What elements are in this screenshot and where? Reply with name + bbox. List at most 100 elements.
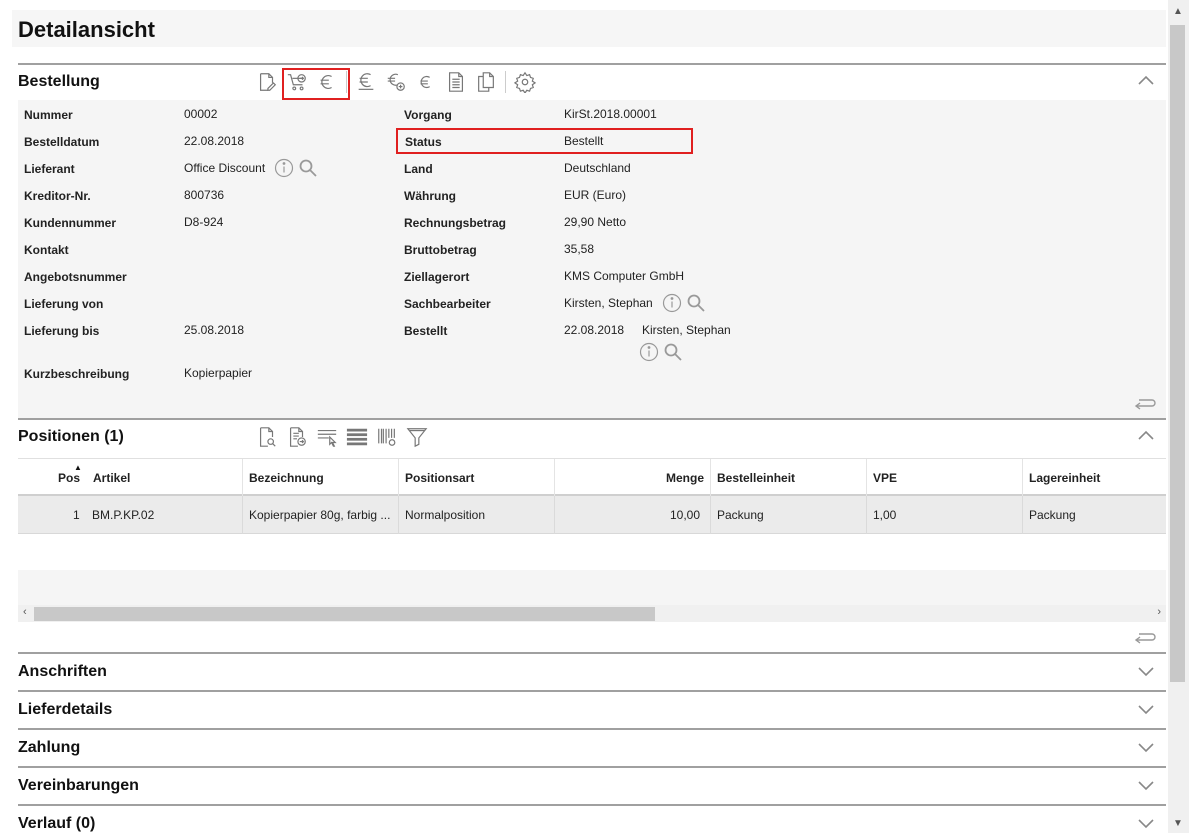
field-label-angebotsnummer: Angebotsnummer: [24, 270, 127, 284]
toolbar-separator: [505, 71, 506, 93]
section-title-anschriften: Anschriften: [18, 663, 107, 680]
return-icon[interactable]: [1131, 626, 1157, 644]
settings-icon[interactable]: [510, 69, 540, 95]
col-header-menge[interactable]: Menge: [666, 471, 704, 485]
field-value-nummer: 00002: [184, 107, 218, 121]
cell-positionsart: Normalposition: [405, 508, 486, 522]
expand-chevron-down-icon[interactable]: [1138, 816, 1154, 830]
field-value-sachbearbeiter: Kirsten, Stephan: [564, 296, 653, 310]
field-value-waehrung: EUR (Euro): [564, 188, 627, 202]
document-search-icon[interactable]: [252, 424, 282, 450]
copy-icon[interactable]: [471, 69, 501, 95]
cell-pos: 1: [73, 508, 80, 522]
col-divider[interactable]: [398, 459, 399, 497]
horizontal-scrollbar[interactable]: ‹ ›: [18, 605, 1166, 622]
section-zahlung-header[interactable]: Zahlung: [18, 728, 1166, 766]
col-divider: [398, 496, 399, 534]
field-label-kontakt: Kontakt: [24, 243, 69, 257]
field-value-bestellt-von: Kirsten, Stephan: [642, 323, 731, 337]
scroll-left-icon[interactable]: ‹: [23, 606, 27, 618]
column-select-icon[interactable]: [312, 424, 342, 450]
expand-chevron-down-icon[interactable]: [1138, 702, 1154, 716]
col-divider[interactable]: [242, 459, 243, 497]
document-forward-icon[interactable]: [282, 424, 312, 450]
field-label-nummer: Nummer: [24, 108, 73, 122]
field-label-bruttobetrag: Bruttobetrag: [404, 243, 477, 257]
col-divider[interactable]: [710, 459, 711, 497]
section-title-bestellung: Bestellung: [18, 73, 100, 90]
collapse-chevron-up-icon[interactable]: [1138, 74, 1154, 88]
section-bestellung-header[interactable]: Bestellung: [18, 63, 1166, 97]
cell-menge: 10,00: [670, 508, 701, 522]
cell-bestelleinheit: Packung: [717, 508, 764, 522]
cell-vpe: 1,00: [873, 508, 897, 522]
col-divider[interactable]: [1022, 459, 1023, 497]
field-label-land: Land: [404, 162, 433, 176]
col-header-pos[interactable]: Pos: [58, 471, 80, 485]
col-divider[interactable]: [554, 459, 555, 497]
euro-add-icon[interactable]: [381, 69, 411, 95]
search-icon[interactable]: [686, 293, 706, 313]
barcode-settings-icon[interactable]: [372, 424, 402, 450]
cell-bezeichnung: Kopierpapier 80g, farbig ...: [249, 508, 391, 522]
section-vereinbarungen-header[interactable]: Vereinbarungen: [18, 766, 1166, 804]
field-label-waehrung: Währung: [404, 189, 456, 203]
section-title-zahlung: Zahlung: [18, 739, 81, 756]
euro-small-icon[interactable]: [411, 69, 441, 95]
page-header: Detailansicht: [12, 10, 1166, 47]
col-header-vpe[interactable]: VPE: [873, 471, 897, 485]
horizontal-scroll-thumb[interactable]: [34, 607, 655, 621]
expand-chevron-down-icon[interactable]: [1138, 664, 1154, 678]
search-icon[interactable]: [663, 342, 683, 362]
section-title-verlauf: Verlauf (0): [18, 815, 96, 832]
vertical-scrollbar[interactable]: ▲ ▼: [1168, 0, 1189, 833]
section-verlauf-header[interactable]: Verlauf (0): [18, 804, 1166, 833]
scroll-up-icon[interactable]: ▲: [1173, 6, 1183, 17]
filter-icon[interactable]: [402, 424, 432, 450]
positionen-toolbar: [252, 424, 432, 450]
field-value-rechnungsbetrag: 29,90 Netto: [564, 215, 627, 229]
cell-lagereinheit: Packung: [1029, 508, 1076, 522]
table-row[interactable]: 1 BM.P.KP.02 Kopierpapier 80g, farbig ..…: [18, 496, 1166, 534]
col-divider: [554, 496, 555, 534]
field-label-ziellagerort: Ziellagerort: [404, 270, 470, 284]
section-title-lieferdetails: Lieferdetails: [18, 701, 113, 718]
col-header-artikel[interactable]: Artikel: [93, 471, 130, 485]
expand-chevron-down-icon[interactable]: [1138, 740, 1154, 754]
section-positionen-header[interactable]: Positionen (1): [18, 418, 1166, 452]
highlight-frame-order-icons: [282, 68, 350, 100]
scroll-right-icon[interactable]: ›: [1157, 606, 1161, 618]
edit-icon[interactable]: [252, 69, 282, 95]
col-divider[interactable]: [866, 459, 867, 497]
expand-chevron-down-icon[interactable]: [1138, 778, 1154, 792]
field-label-kundennummer: Kundennummer: [24, 216, 117, 230]
info-icon[interactable]: [662, 293, 682, 313]
detail-view: Detailansicht Bestellung Nummer 00002 Be…: [0, 0, 1166, 833]
field-value-lieferant: Office Discount: [184, 161, 266, 175]
field-value-bestelldatum: 22.08.2018: [184, 134, 245, 148]
field-label-lieferung-von: Lieferung von: [24, 297, 104, 311]
field-label-lieferung-bis: Lieferung bis: [24, 324, 100, 338]
search-icon[interactable]: [298, 158, 318, 178]
return-icon[interactable]: [1131, 392, 1157, 410]
info-icon[interactable]: [274, 158, 294, 178]
field-value-kurzbeschreibung: Kopierpapier: [184, 366, 253, 380]
euro-underline-icon[interactable]: [351, 69, 381, 95]
section-lieferdetails-header[interactable]: Lieferdetails: [18, 690, 1166, 728]
document-icon[interactable]: [441, 69, 471, 95]
rows-icon[interactable]: [342, 424, 372, 450]
info-icon[interactable]: [639, 342, 659, 362]
collapse-chevron-up-icon[interactable]: [1138, 429, 1154, 443]
col-divider: [866, 496, 867, 534]
col-header-positionsart[interactable]: Positionsart: [405, 471, 474, 485]
col-header-lagereinheit[interactable]: Lagereinheit: [1029, 471, 1100, 485]
field-label-lieferant: Lieferant: [24, 162, 75, 176]
field-value-lieferung-bis: 25.08.2018: [184, 323, 245, 337]
field-label-kurzbeschreibung: Kurzbeschreibung: [24, 367, 130, 381]
scroll-down-icon[interactable]: ▼: [1173, 818, 1183, 829]
col-divider: [242, 496, 243, 534]
col-header-bezeichnung[interactable]: Bezeichnung: [249, 471, 324, 485]
section-anschriften-header[interactable]: Anschriften: [18, 652, 1166, 690]
vertical-scroll-thumb[interactable]: [1170, 25, 1185, 682]
col-header-bestelleinheit[interactable]: Bestelleinheit: [717, 471, 795, 485]
